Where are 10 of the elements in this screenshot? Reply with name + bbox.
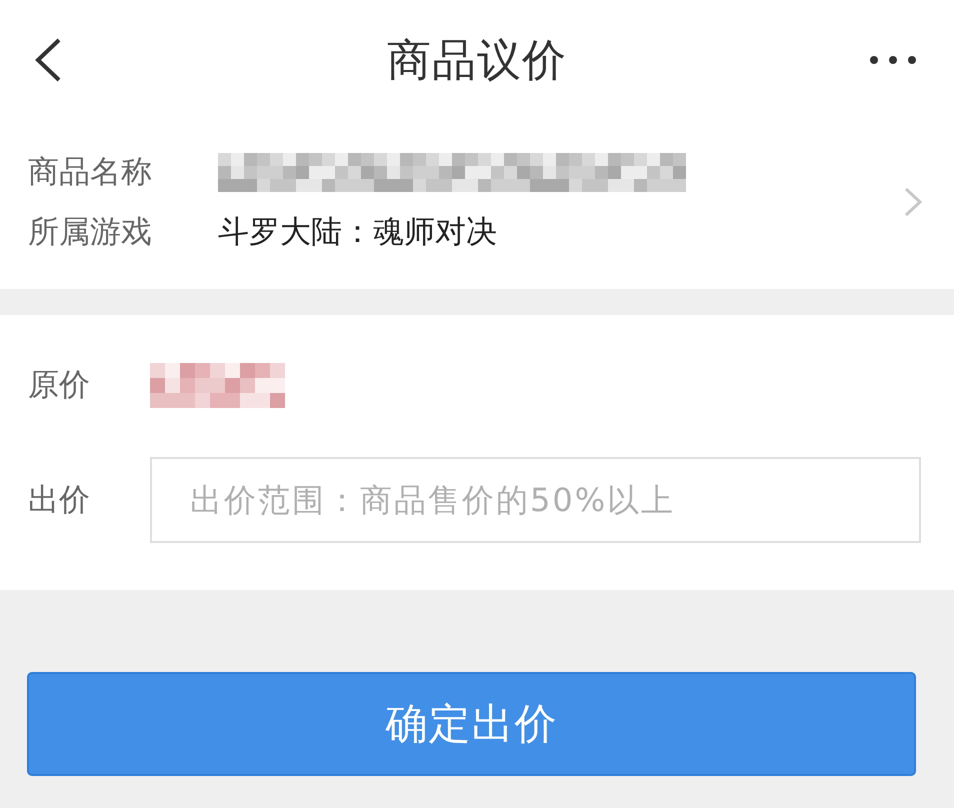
field-label: 原价 [28, 366, 91, 405]
more-icon[interactable] [870, 56, 916, 64]
field-label: 商品名称 [28, 153, 153, 192]
field-label: 出价 [28, 481, 91, 520]
confirm-bid-button[interactable]: 确定出价 [27, 672, 916, 776]
page-title: 商品议价 [387, 34, 567, 88]
field-label: 所属游戏 [28, 213, 153, 252]
game-name: 斗罗大陆：魂师对决 [218, 214, 497, 250]
bid-input-field[interactable]: 出价范围：商品售价的50%以上 [150, 457, 921, 543]
back-icon[interactable] [33, 38, 63, 82]
